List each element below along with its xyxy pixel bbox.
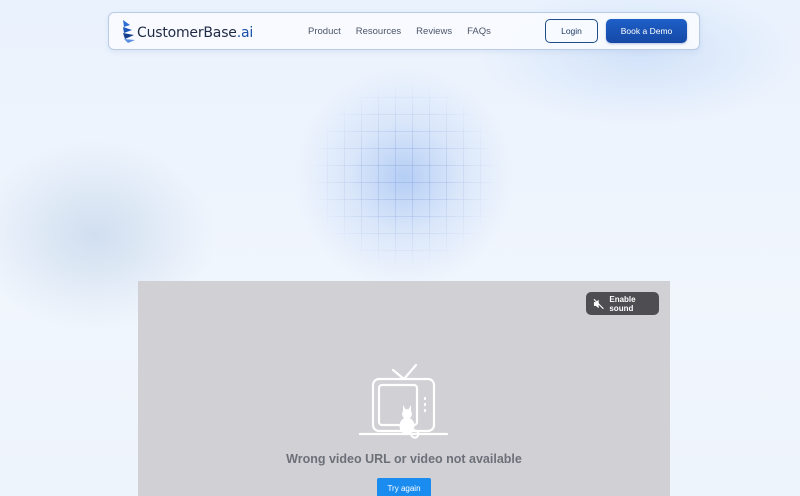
brand-logo[interactable]: CustomerBase.ai [122,17,253,45]
login-button[interactable]: Login [545,19,598,43]
decorative-grid [310,80,500,270]
nav-link-resources[interactable]: Resources [356,26,401,37]
enable-sound-button[interactable]: Enable sound [586,292,659,315]
book-demo-button[interactable]: Book a Demo [606,19,687,43]
enable-sound-label: Enable sound [609,294,636,313]
navbar: CustomerBase.ai Product Resources Review… [108,12,700,50]
speaker-muted-icon [593,298,604,309]
video-player[interactable]: Enable sound Wrong video URL or video no… [138,281,670,496]
nav-menu: Product Resources Reviews FAQs [308,13,506,49]
nav-link-reviews[interactable]: Reviews [416,26,452,37]
brand-name: CustomerBase.ai [137,25,254,41]
logo-wing-icon [123,20,135,43]
nav-link-faqs[interactable]: FAQs [467,26,491,37]
try-again-button[interactable]: Try again [377,478,431,496]
nav-link-product[interactable]: Product [308,26,341,37]
video-error-message: Wrong video URL or video not available [286,452,522,466]
tv-cat-icon [359,364,449,439]
